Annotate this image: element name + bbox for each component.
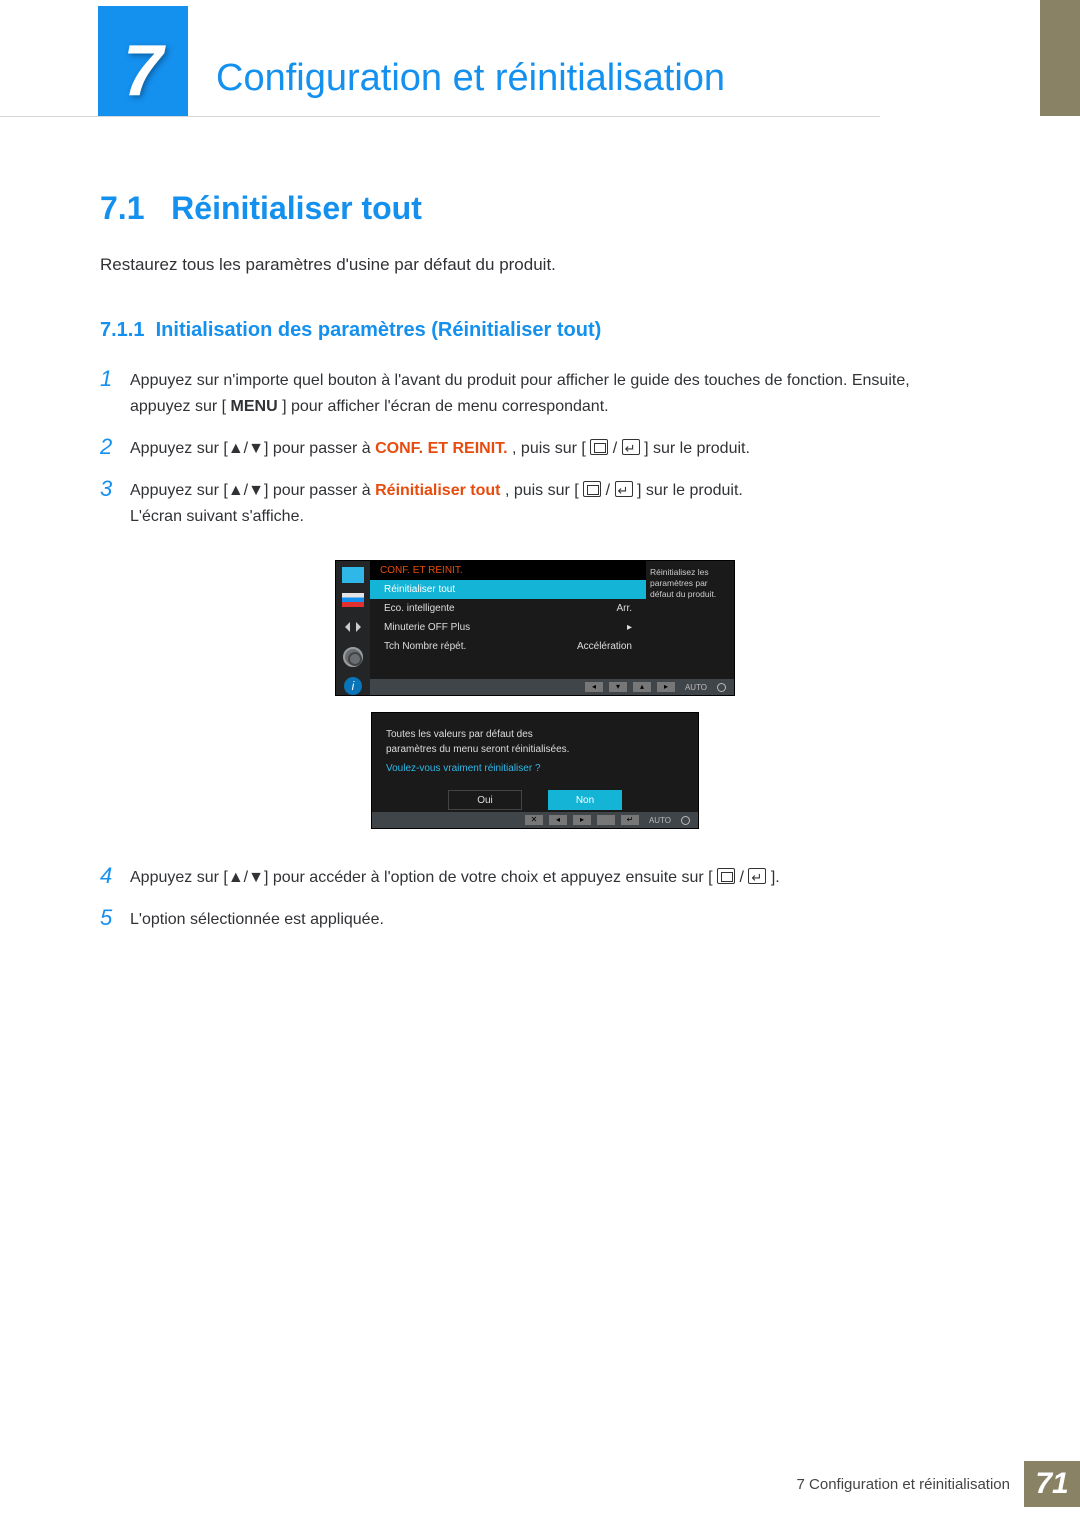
osd-menu-panel: CONF. ET REINIT. Réinitialiser tout Eco.… — [370, 561, 646, 695]
section-intro: Restaurez tous les paramètres d'usine pa… — [100, 255, 970, 275]
chapter-badge: 7 — [98, 26, 188, 116]
page-footer: 7 Configuration et réinitialisation 71 — [797, 1461, 1080, 1507]
step-4: 4 Appuyez sur [▲/▼] pour accéder à l'opt… — [100, 865, 970, 891]
section-title: 7.1 Réinitialiser tout — [100, 190, 970, 227]
page-number: 71 — [1024, 1461, 1080, 1507]
size-icon — [342, 617, 364, 637]
chapter-header: 7 Configuration et réinitialisation — [98, 40, 1080, 116]
page: 7 Configuration et réinitialisation 7.1 … — [0, 0, 1080, 1527]
nav-left-icon: ◂ — [549, 815, 567, 825]
osd-row-value: ▸ — [627, 622, 632, 633]
step-number: 3 — [100, 478, 130, 530]
source-icon — [583, 481, 601, 497]
nav-right-icon: ▸ — [573, 815, 591, 825]
osd-screenshots: i CONF. ET REINIT. Réinitialiser tout Ec… — [100, 560, 970, 829]
enter-icon — [622, 439, 640, 455]
step-text: Appuyez sur [▲/▼] pour accéder à l'optio… — [130, 865, 970, 891]
step-3: 3 Appuyez sur [▲/▼] pour passer à Réinit… — [100, 478, 970, 530]
step-text: Appuyez sur [▲/▼] pour passer à Réinitia… — [130, 478, 970, 530]
dialog-footer: ✕ ◂ ▸ ↵ AUTO — [372, 812, 698, 828]
osd-row-label: Eco. intelligente — [384, 603, 455, 614]
osd-row: Eco. intelligente Arr. — [370, 599, 646, 618]
nav-right-icon: ▸ — [657, 682, 675, 692]
content-area: 7.1 Réinitialiser tout Restaurez tous le… — [100, 190, 970, 949]
dialog-buttons: Oui Non — [386, 790, 684, 810]
gear-icon — [343, 647, 363, 667]
yes-button[interactable]: Oui — [448, 790, 522, 810]
osd-row-value: Accélération — [577, 641, 632, 652]
blank-btn — [597, 815, 615, 825]
dialog-line2: paramètres du menu seront réinitialisées… — [386, 742, 684, 757]
source-icon — [717, 868, 735, 884]
header-rule — [0, 116, 880, 117]
step-1: 1 Appuyez sur n'importe quel bouton à l'… — [100, 368, 970, 420]
steps-list: 1 Appuyez sur n'importe quel bouton à l'… — [100, 368, 970, 530]
step-number: 5 — [100, 907, 130, 933]
osd-row: Minuterie OFF Plus ▸ — [370, 618, 646, 637]
osd-row-selected: Réinitialiser tout — [370, 580, 646, 599]
osd-main: CONF. ET REINIT. Réinitialiser tout Eco.… — [370, 561, 734, 695]
step-text: L'option sélectionnée est appliquée. — [130, 907, 970, 933]
power-icon — [681, 816, 690, 825]
step-number: 2 — [100, 436, 130, 462]
info-icon: i — [344, 677, 362, 695]
confirm-dialog: Toutes les valeurs par défaut des paramè… — [371, 712, 699, 829]
osd-row-label: Minuterie OFF Plus — [384, 622, 470, 633]
step-text: Appuyez sur [▲/▼] pour passer à CONF. ET… — [130, 436, 970, 462]
power-icon — [717, 683, 726, 692]
highlight-text: CONF. ET REINIT. — [375, 440, 507, 457]
osd-row-label: Tch Nombre répét. — [384, 641, 466, 652]
source-icon — [590, 439, 608, 455]
osd-header: CONF. ET REINIT. — [370, 561, 646, 580]
step-2: 2 Appuyez sur [▲/▼] pour passer à CONF. … — [100, 436, 970, 462]
steps-list-cont: 4 Appuyez sur [▲/▼] pour accéder à l'opt… — [100, 865, 970, 933]
auto-label: AUTO — [645, 816, 675, 825]
osd-sidebar: i — [336, 561, 370, 695]
osd-row-label: Réinitialiser tout — [384, 584, 455, 595]
menu-button-label: MENU — [231, 398, 278, 415]
enter-icon — [615, 481, 633, 497]
subsection-title: 7.1.1 Initialisation des paramètres (Réi… — [100, 319, 970, 342]
close-icon: ✕ — [525, 815, 543, 825]
osd-tooltip: Réinitialisez les paramètres par défaut … — [646, 561, 734, 695]
nav-left-icon: ◂ — [585, 682, 603, 692]
auto-label: AUTO — [681, 683, 711, 692]
step-5: 5 L'option sélectionnée est appliquée. — [100, 907, 970, 933]
enter-icon — [748, 868, 766, 884]
color-icon — [342, 593, 364, 607]
osd-footer: ◂ ▾ ▴ ▸ AUTO — [370, 679, 734, 695]
step-text: Appuyez sur n'importe quel bouton à l'av… — [130, 368, 970, 420]
step-number: 4 — [100, 865, 130, 891]
osd-row-value: Arr. — [616, 603, 632, 614]
chapter-number: 7 — [123, 30, 163, 112]
nav-down-icon: ▾ — [609, 682, 627, 692]
highlight-text: Réinitialiser tout — [375, 482, 500, 499]
step-number: 1 — [100, 368, 130, 420]
enter-icon: ↵ — [621, 815, 639, 825]
osd-row: Tch Nombre répét. Accélération — [370, 637, 646, 656]
dialog-question: Voulez-vous vraiment réinitialiser ? — [386, 763, 684, 774]
dialog-line1: Toutes les valeurs par défaut des — [386, 727, 684, 742]
picture-icon — [342, 567, 364, 583]
no-button[interactable]: Non — [548, 790, 622, 810]
nav-up-icon: ▴ — [633, 682, 651, 692]
chapter-title: Configuration et réinitialisation — [216, 57, 725, 100]
osd-menu: i CONF. ET REINIT. Réinitialiser tout Ec… — [335, 560, 735, 696]
footer-chapter-label: 7 Configuration et réinitialisation — [797, 1476, 1010, 1493]
